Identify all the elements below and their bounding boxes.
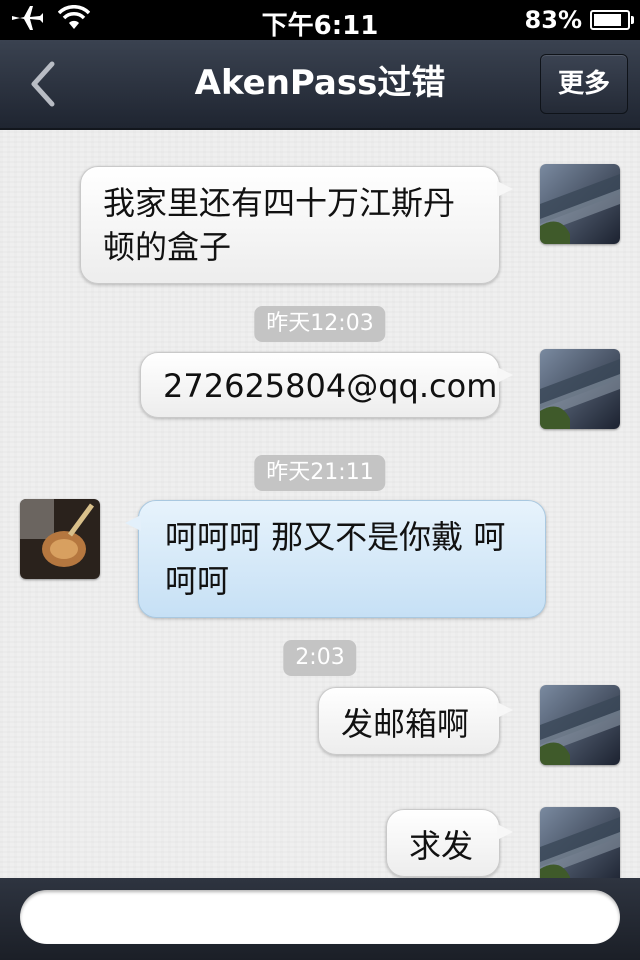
message-text: 发邮箱啊 <box>341 705 470 743</box>
timestamp: 昨天21:11 <box>254 455 386 491</box>
battery-icon <box>590 10 634 30</box>
contact-avatar[interactable] <box>20 499 100 579</box>
status-bar: 下午6:11 83% <box>0 0 640 41</box>
self-avatar[interactable] <box>540 807 620 878</box>
message-bubble-outgoing[interactable]: 我家里还有四十万江斯丹顿的盒子 <box>80 166 513 284</box>
message-bubble-outgoing[interactable]: 272625804@qq.com <box>140 352 513 418</box>
message-text: 求发 <box>409 827 474 865</box>
battery-percent: 83% <box>524 6 582 34</box>
message-bubble-incoming[interactable]: 呵呵呵 那又不是你戴 呵呵呵 <box>125 500 546 618</box>
self-avatar[interactable] <box>540 685 620 765</box>
message-text: 呵呵呵 那又不是你戴 呵呵呵 <box>165 518 506 600</box>
self-avatar[interactable] <box>540 349 620 429</box>
more-button[interactable]: 更多 <box>540 54 628 114</box>
self-avatar[interactable] <box>540 164 620 244</box>
nav-bar: AkenPass过错 更多 <box>0 40 640 130</box>
timestamp: 昨天12:03 <box>254 306 386 342</box>
message-bubble-outgoing[interactable]: 发邮箱啊 <box>318 687 513 755</box>
chat-area[interactable]: 我家里还有四十万江斯丹顿的盒子 昨天12:03 272625804@qq.com… <box>0 130 640 878</box>
message-bubble-outgoing[interactable]: 求发 <box>386 809 513 877</box>
message-input[interactable] <box>20 890 620 944</box>
timestamp: 2:03 <box>283 640 357 676</box>
message-text: 272625804@qq.com <box>163 367 498 405</box>
input-bar <box>0 878 640 960</box>
message-text: 我家里还有四十万江斯丹顿的盒子 <box>103 184 456 266</box>
